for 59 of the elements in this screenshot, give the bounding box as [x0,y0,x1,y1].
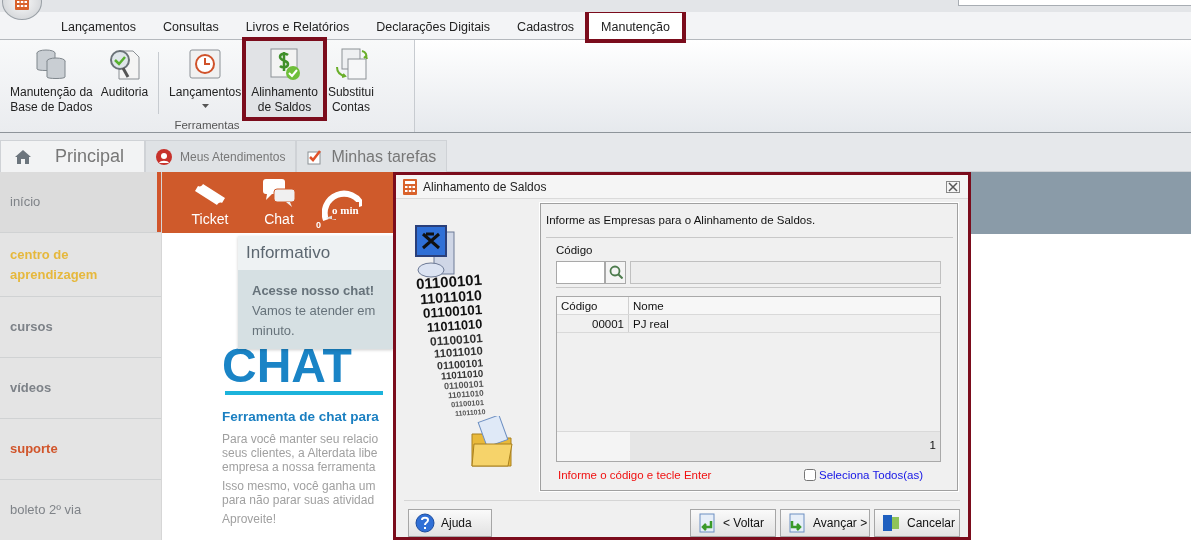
search-icon [608,265,623,279]
headset-person-icon [156,148,172,165]
ribbon-button[interactable]: Substitui Contas [323,44,378,116]
ribbon-tab[interactable]: Consultas [150,13,232,39]
chat-bubbles-icon [262,178,296,208]
select-all-checkbox[interactable]: Seleciona Todos(as) [804,466,923,484]
dialog-title: Alinhamento de Saldos [423,178,547,196]
header-link[interactable]: Chat [248,178,310,230]
ribbon-button[interactable]: Auditoria [96,44,153,116]
gauge-label: o min [332,202,359,219]
magnifier-document-icon [107,47,142,81]
help-icon [415,513,435,533]
exit-door-icon [881,513,901,533]
row-count: 1 [929,438,936,454]
gauge-value: 0 [316,218,321,232]
ribbon-button[interactable]: Alinhamento de Saldos [245,40,324,118]
checkbox[interactable] [804,469,816,482]
column-header[interactable]: Nome [629,296,940,314]
group-label: Ferramentas [173,118,241,133]
dialog-button[interactable]: Ajuda [408,509,492,537]
folder-drawing [470,415,514,468]
database-icon [34,47,69,81]
hint-text: Informe o código e tecle Enter [558,467,712,483]
search-button[interactable] [605,260,626,284]
ribbon-button[interactable]: Manutenção da Base de Dados [6,44,97,116]
ribbon-tab[interactable]: Cadastros [504,13,588,39]
article-paragraph: Isso mesmo, você ganha um para não parar suas atividad [222,479,377,508]
ribbon-tab[interactable]: Lançamentos [48,13,150,39]
article-paragraph: Aproveite! [222,512,278,527]
ribbon-tab[interactable]: Manutenção [588,12,683,40]
document-tab[interactable]: Principal [0,140,145,172]
swap-documents-icon [333,47,368,81]
clock-icon [188,47,223,81]
column-header[interactable]: Código [557,296,629,314]
header-link[interactable]: Ticket [179,176,241,230]
forward-arrow-document-icon [787,513,807,533]
ribbon-tab[interactable]: Declarações Digitais [363,13,504,39]
dialog-button[interactable]: Cancelar [874,509,960,537]
dialog-button[interactable]: < Voltar [690,509,776,537]
dialog-button[interactable]: Avançar > [780,509,870,537]
document-tab[interactable]: Minhas tarefas [296,140,448,172]
dollar-document-icon [267,47,302,81]
popover-title: Informativo [238,236,393,270]
article-paragraph: Para você manter seu relacio seus clientes, a Alterdata libe empresa a nossa ferramenta [222,432,380,475]
field-label: Código [556,243,594,259]
article-heading: Ferramenta de chat para [222,408,380,426]
home-icon [15,149,31,164]
popover-message: Acesse nosso chat! Vamos te atender em minuto. [238,270,393,349]
code-input[interactable] [556,260,605,284]
close-icon[interactable] [946,180,960,193]
binary-text: 11011010 [447,389,484,401]
table-cell: 00001 [557,314,629,332]
checkbox-icon [307,148,324,165]
binary-text: 01100101 [436,357,484,371]
ribbon-tab[interactable]: Livros e Relatórios [232,13,363,39]
document-tab[interactable]: Meus Atendimentos [145,140,297,172]
back-arrow-document-icon [697,513,717,533]
instruction-text: Informe as Empresas para o Alinhamento de Saldos. [546,213,817,228]
table-cell-text: PJ real [632,316,670,332]
